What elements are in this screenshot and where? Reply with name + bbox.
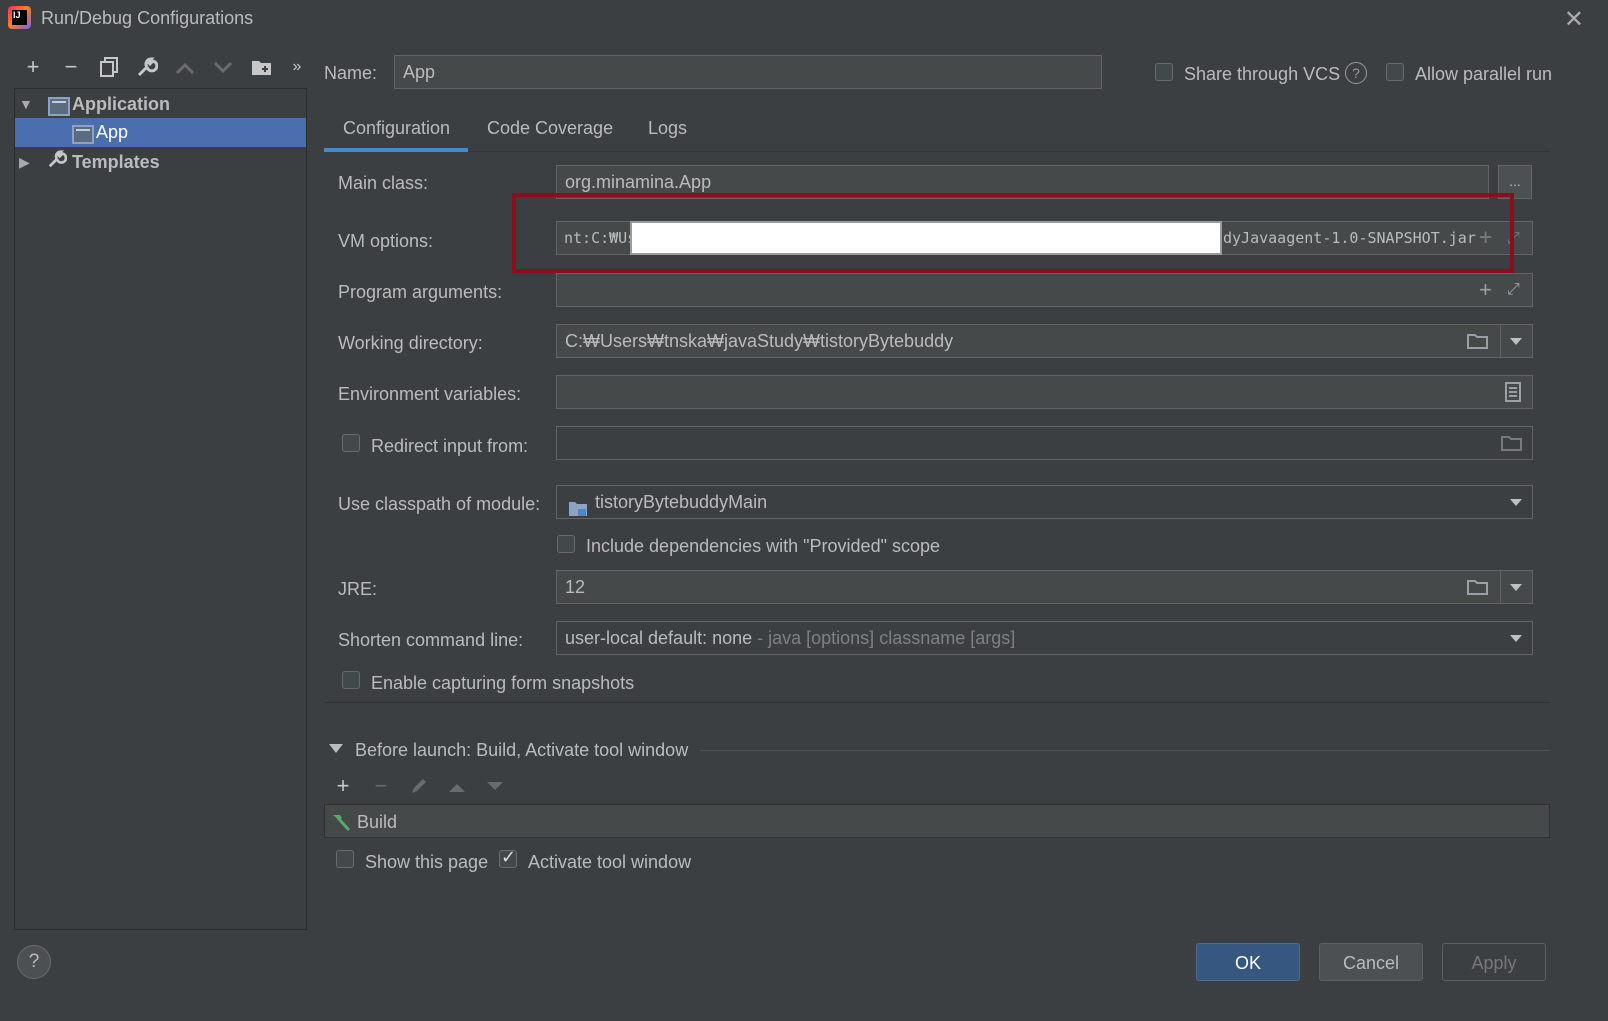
- redirect-input-field[interactable]: [556, 426, 1533, 460]
- expand-plus-icon[interactable]: +: [1479, 274, 1492, 306]
- jre-value: 12: [565, 577, 586, 597]
- tree-item-application[interactable]: ▼ Application: [15, 90, 306, 119]
- name-input[interactable]: App: [394, 55, 1102, 89]
- main-class-label: Main class:: [338, 173, 429, 193]
- folder-icon[interactable]: [1501, 426, 1523, 458]
- working-dir-label: Working directory:: [338, 333, 483, 353]
- allow-parallel-label: Allow parallel run: [1415, 64, 1553, 84]
- classpath-module-label: Use classpath of module:: [338, 494, 541, 514]
- tab-code-coverage[interactable]: Code Coverage: [487, 118, 613, 139]
- list-item-label: Build: [357, 812, 398, 832]
- classpath-module-select[interactable]: tistoryBytebuddyMain: [556, 485, 1533, 519]
- folder-icon[interactable]: [1467, 570, 1489, 602]
- cancel-button[interactable]: Cancel: [1319, 943, 1423, 981]
- tab-configuration[interactable]: Configuration: [343, 118, 450, 139]
- copy-icon[interactable]: [94, 52, 124, 82]
- env-vars-input[interactable]: [556, 375, 1533, 409]
- before-launch-header[interactable]: Before launch: Build, Activate tool wind…: [355, 740, 688, 761]
- chevron-down-icon[interactable]: [1510, 584, 1522, 591]
- application-icon: [72, 125, 94, 144]
- chevron-down-icon[interactable]: [1510, 635, 1522, 642]
- intellij-logo-icon: IJ: [8, 6, 31, 29]
- shorten-cmd-select[interactable]: user-local default: none - java [options…: [556, 621, 1533, 655]
- document-icon[interactable]: [1505, 375, 1521, 407]
- separator: [700, 750, 1550, 751]
- remove-icon[interactable]: −: [366, 771, 396, 801]
- tree-item-label: Application: [72, 94, 170, 114]
- snapshots-label: Enable capturing form snapshots: [371, 673, 635, 693]
- shorten-cmd-label: Shorten command line:: [338, 630, 524, 650]
- folder-icon[interactable]: [1467, 324, 1489, 356]
- close-icon[interactable]: ✕: [1564, 5, 1584, 34]
- help-icon[interactable]: ?: [1345, 62, 1367, 84]
- arrow-down-icon[interactable]: [208, 52, 238, 82]
- redirect-input-label: Redirect input from:: [371, 436, 529, 456]
- program-args-label: Program arguments:: [338, 282, 503, 302]
- activate-tool-window-label: Activate tool window: [528, 852, 692, 872]
- configuration-tree: ▼ Application App ▶ Templates: [14, 88, 307, 930]
- working-dir-value: C:₩Users₩tnska₩javaStudy₩tistoryBytebudd…: [565, 331, 954, 351]
- folder-add-icon[interactable]: [247, 52, 277, 82]
- include-deps-label: Include dependencies with "Provided" sco…: [586, 536, 941, 556]
- before-launch-list: Build: [324, 804, 1550, 838]
- jre-label: JRE:: [338, 579, 378, 599]
- collapse-arrow-icon[interactable]: ▼: [19, 90, 33, 119]
- list-item[interactable]: Build: [325, 805, 1549, 837]
- show-page-label: Show this page: [365, 852, 489, 872]
- tree-item-label: Templates: [72, 152, 160, 172]
- name-label: Name:: [324, 63, 378, 83]
- wrench-icon[interactable]: [132, 52, 162, 82]
- program-args-input[interactable]: + ⤢: [556, 273, 1533, 307]
- help-button[interactable]: ?: [17, 945, 51, 979]
- window-title: Run/Debug Configurations: [41, 8, 254, 28]
- application-icon: [48, 97, 70, 116]
- jre-input[interactable]: 12: [556, 570, 1533, 604]
- add-icon[interactable]: +: [18, 52, 48, 82]
- chevron-down-icon[interactable]: [1510, 499, 1522, 506]
- collapse-arrow-icon[interactable]: [329, 744, 343, 753]
- tree-item-label: App: [96, 122, 129, 142]
- include-deps-checkbox[interactable]: [557, 535, 575, 553]
- wrench-icon: [47, 149, 68, 178]
- redirect-input-checkbox[interactable]: [342, 434, 360, 452]
- activate-tool-window-checkbox[interactable]: [499, 847, 517, 868]
- tab-logs[interactable]: Logs: [648, 118, 687, 139]
- snapshots-checkbox[interactable]: [342, 671, 360, 689]
- classpath-module-value: tistoryBytebuddyMain: [595, 492, 768, 512]
- arrow-down-icon[interactable]: [480, 771, 510, 801]
- maximize-icon[interactable]: ⤢: [1507, 274, 1520, 306]
- module-folder-icon: [568, 495, 587, 516]
- env-vars-label: Environment variables:: [338, 384, 522, 404]
- arrow-up-icon[interactable]: [442, 771, 472, 801]
- share-vcs-label: Share through VCS: [1184, 64, 1341, 84]
- more-icon[interactable]: »: [282, 52, 312, 82]
- remove-icon[interactable]: −: [56, 52, 86, 82]
- apply-button[interactable]: Apply: [1442, 943, 1546, 981]
- highlight-box: [512, 193, 1514, 273]
- vm-options-label: VM options:: [338, 231, 434, 251]
- shorten-cmd-hint: - java [options] classname [args]: [752, 628, 1016, 648]
- hammer-icon: [330, 811, 352, 838]
- show-page-checkbox[interactable]: [336, 850, 354, 868]
- tree-item-templates[interactable]: ▶ Templates: [15, 148, 306, 177]
- working-dir-input[interactable]: C:₩Users₩tnska₩javaStudy₩tistoryBytebudd…: [556, 324, 1533, 358]
- tree-item-app[interactable]: App: [15, 118, 306, 147]
- ok-button[interactable]: OK: [1196, 943, 1300, 981]
- expand-arrow-icon[interactable]: ▶: [19, 148, 30, 177]
- shorten-cmd-value: user-local default: none: [565, 628, 753, 648]
- edit-icon[interactable]: [404, 771, 434, 801]
- arrow-up-icon[interactable]: [170, 52, 200, 82]
- allow-parallel-checkbox[interactable]: [1386, 63, 1404, 81]
- add-icon[interactable]: +: [328, 771, 358, 801]
- chevron-down-icon[interactable]: [1510, 338, 1522, 345]
- share-vcs-checkbox[interactable]: [1155, 63, 1173, 81]
